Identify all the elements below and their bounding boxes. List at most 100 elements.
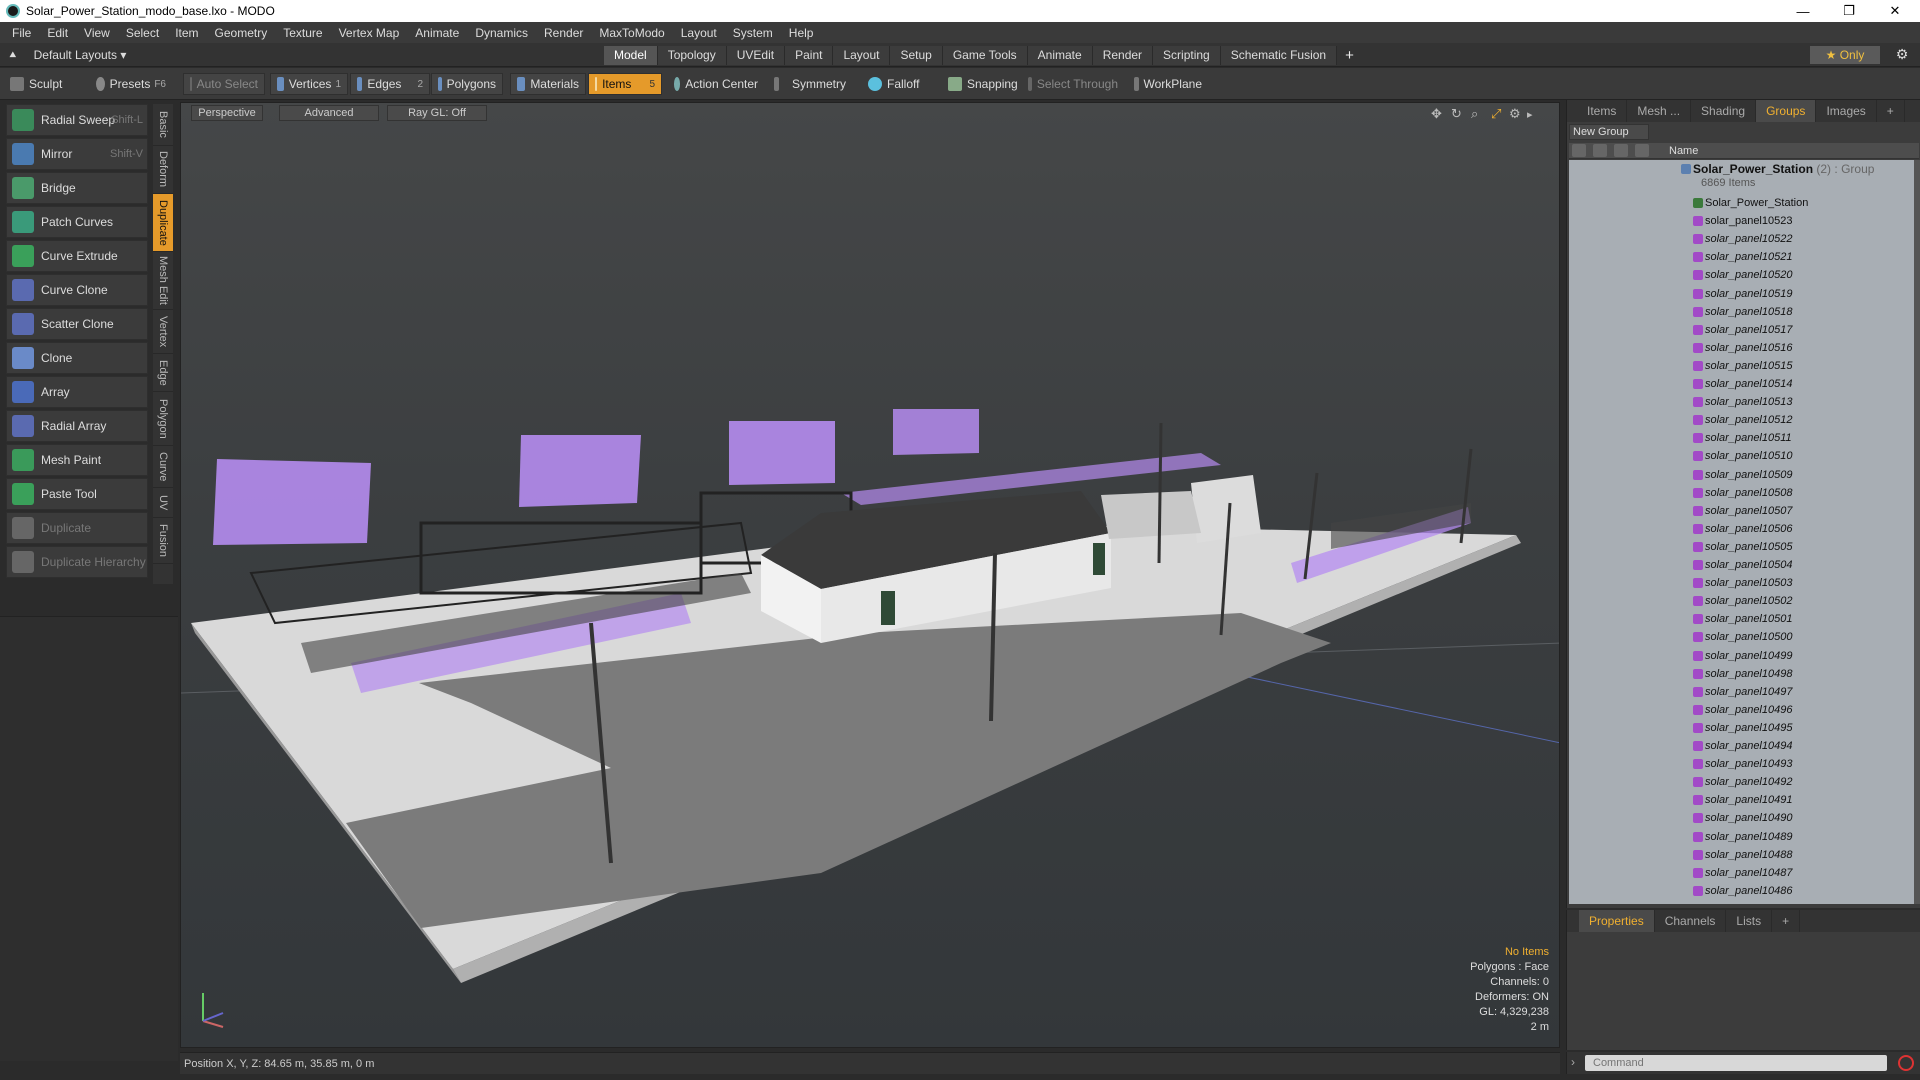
tab-uvedit[interactable]: UVEdit	[726, 46, 786, 65]
mesh-row[interactable]: solar_panel10523	[1569, 212, 1915, 230]
menu-file[interactable]: File	[4, 26, 39, 40]
vtab-basic[interactable]: Basic	[153, 104, 173, 146]
add-properties-tab-icon[interactable]: +	[1772, 910, 1801, 932]
mesh-row[interactable]: solar_panel10496	[1569, 701, 1915, 719]
mesh-row[interactable]: solar_panel10505	[1569, 538, 1915, 556]
mesh-row[interactable]: solar_panel10506	[1569, 520, 1915, 538]
tab-properties[interactable]: Properties	[1579, 910, 1655, 932]
minimize-button[interactable]: —	[1780, 0, 1826, 22]
falloff-button[interactable]: Falloff	[862, 73, 926, 95]
mesh-row[interactable]: solar_panel10518	[1569, 303, 1915, 321]
lock-column-icon[interactable]	[1614, 144, 1628, 157]
menu-vertex-map[interactable]: Vertex Map	[331, 26, 408, 40]
list-scrollbar[interactable]	[1914, 160, 1920, 904]
mesh-row[interactable]: solar_panel10501	[1569, 610, 1915, 628]
name-column-header[interactable]: Name	[1669, 145, 1698, 157]
mesh-row[interactable]: solar_panel10492	[1569, 773, 1915, 791]
command-record-icon[interactable]	[1898, 1055, 1914, 1071]
action-center-button[interactable]: Action Center	[668, 73, 764, 95]
polygons-button[interactable]: Polygons	[431, 73, 503, 95]
tab-mesh[interactable]: Mesh ...	[1627, 100, 1692, 122]
mesh-row[interactable]: solar_panel10491	[1569, 791, 1915, 809]
mesh-row[interactable]: solar_panel10507	[1569, 502, 1915, 520]
mesh-row[interactable]: solar_panel10500	[1569, 628, 1915, 646]
mesh-row[interactable]: solar_panel10521	[1569, 248, 1915, 266]
presets-button[interactable]: Presets F6	[90, 73, 172, 95]
add-panel-tab-icon[interactable]: +	[1877, 100, 1905, 122]
menu-animate[interactable]: Animate	[407, 26, 467, 40]
mesh-row[interactable]: solar_panel10522	[1569, 230, 1915, 248]
maximize-button[interactable]: ❐	[1826, 0, 1872, 22]
gear-icon[interactable]: ⚙	[1892, 46, 1912, 64]
tab-setup[interactable]: Setup	[890, 46, 943, 65]
mesh-row[interactable]: solar_panel10517	[1569, 321, 1915, 339]
tool-duplicate[interactable]: Duplicate	[6, 512, 148, 544]
new-group-button[interactable]: New Group	[1569, 124, 1649, 140]
vtab-deform[interactable]: Deform	[153, 146, 173, 194]
tool-curve-clone[interactable]: Curve Clone	[6, 274, 148, 306]
mesh-row[interactable]: solar_panel10509	[1569, 466, 1915, 484]
mesh-row[interactable]: solar_panel10504	[1569, 556, 1915, 574]
mesh-row[interactable]: solar_panel10493	[1569, 755, 1915, 773]
tool-curve-extrude[interactable]: Curve Extrude	[6, 240, 148, 272]
menu-view[interactable]: View	[76, 26, 118, 40]
menu-dynamics[interactable]: Dynamics	[467, 26, 536, 40]
tab-model[interactable]: Model	[604, 46, 658, 65]
menu-render[interactable]: Render	[536, 26, 591, 40]
tab-render[interactable]: Render	[1092, 46, 1154, 65]
select-column-icon[interactable]	[1635, 144, 1649, 157]
tool-paste-tool[interactable]: Paste Tool	[6, 478, 148, 510]
tab-topology[interactable]: Topology	[657, 46, 727, 65]
mesh-row[interactable]: solar_panel10519	[1569, 285, 1915, 303]
sculpt-button[interactable]: Sculpt	[4, 73, 86, 95]
tool-bridge[interactable]: Bridge	[6, 172, 148, 204]
tab-channels[interactable]: Channels	[1655, 910, 1727, 932]
tool-mesh-paint[interactable]: Mesh Paint	[6, 444, 148, 476]
menu-item[interactable]: Item	[167, 26, 206, 40]
tab-images[interactable]: Images	[1816, 100, 1877, 122]
mesh-row[interactable]: solar_panel10486	[1569, 882, 1915, 900]
mesh-row[interactable]: solar_panel10489	[1569, 828, 1915, 846]
select-through-button[interactable]: Select Through	[1022, 73, 1124, 95]
visibility-column-icon[interactable]	[1572, 144, 1586, 157]
vtab-fusion[interactable]: Fusion	[153, 518, 173, 564]
menu-help[interactable]: Help	[781, 26, 822, 40]
tab-items[interactable]: Items	[1567, 100, 1628, 122]
tool-array[interactable]: Array	[6, 376, 148, 408]
tab-shading[interactable]: Shading	[1691, 100, 1757, 122]
vtab-edge[interactable]: Edge	[153, 354, 173, 392]
only-button[interactable]: ★ Only	[1810, 46, 1880, 64]
symmetry-button[interactable]: Symmetry	[768, 73, 852, 95]
mesh-row[interactable]: solar_panel10511	[1569, 429, 1915, 447]
tab-scripting[interactable]: Scripting	[1153, 46, 1221, 65]
3d-viewport[interactable]: Perspective Advanced Ray GL: Off ✥ ↻ ⌕ ⤢…	[180, 102, 1560, 1048]
mesh-row[interactable]: solar_panel10510	[1569, 447, 1915, 465]
materials-button[interactable]: Materials	[510, 73, 586, 95]
vtab-curve[interactable]: Curve	[153, 446, 173, 488]
vtab-vertex[interactable]: Vertex	[153, 310, 173, 354]
tab-groups[interactable]: Groups	[1756, 100, 1817, 122]
mesh-row[interactable]: solar_panel10508	[1569, 484, 1915, 502]
mesh-row[interactable]: solar_panel10502	[1569, 592, 1915, 610]
render-column-icon[interactable]	[1593, 144, 1607, 157]
menu-select[interactable]: Select	[118, 26, 167, 40]
vertices-button[interactable]: Vertices 1	[270, 73, 348, 95]
snapping-button[interactable]: Snapping	[942, 73, 1024, 95]
mesh-row[interactable]: solar_panel10490	[1569, 809, 1915, 827]
mesh-row[interactable]: solar_panel10498	[1569, 665, 1915, 683]
layout-selector[interactable]: ⯅ Default Layouts ▾	[8, 46, 126, 64]
mesh-row[interactable]: solar_panel10513	[1569, 393, 1915, 411]
menu-texture[interactable]: Texture	[275, 26, 330, 40]
vtab-uv[interactable]: UV	[153, 488, 173, 518]
tool-clone[interactable]: Clone	[6, 342, 148, 374]
menu-system[interactable]: System	[725, 26, 781, 40]
auto-select-button[interactable]: Auto Select	[183, 73, 265, 95]
command-input[interactable]	[1585, 1055, 1887, 1071]
mesh-row[interactable]: solar_panel10503	[1569, 574, 1915, 592]
add-tab-icon[interactable]: +	[1337, 46, 1362, 65]
mesh-row[interactable]: solar_panel10488	[1569, 846, 1915, 864]
tool-scatter-clone[interactable]: Scatter Clone	[6, 308, 148, 340]
mesh-row[interactable]: solar_panel10520	[1569, 266, 1915, 284]
mesh-row[interactable]: solar_panel10512	[1569, 411, 1915, 429]
locator-row[interactable]: Solar_Power_Station	[1569, 194, 1915, 212]
